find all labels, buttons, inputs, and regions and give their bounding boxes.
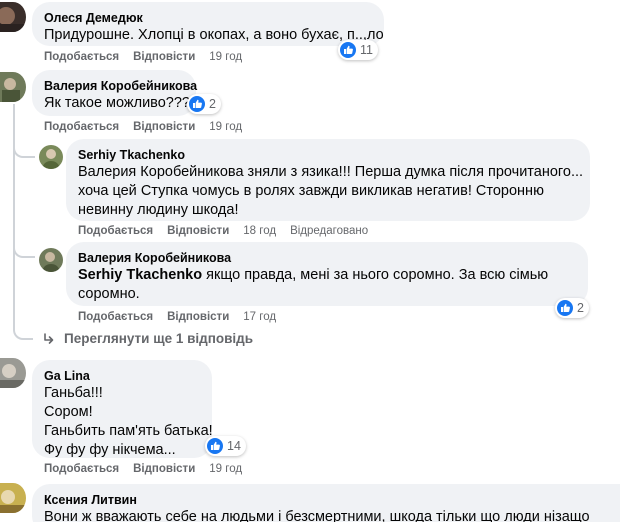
reaction-number: 14 — [227, 439, 241, 453]
comment-text-line: хоча цей Ступка чомусь в ролях завжди ви… — [78, 183, 544, 199]
avatar[interactable] — [0, 2, 26, 32]
comment-actions: Подобається Відповісти 19 год — [44, 463, 256, 475]
thread-connector — [13, 142, 35, 158]
comment-bubble: Serhiy Tkachenko Валерия Коробейникова з… — [66, 139, 590, 221]
comment-author[interactable]: Ga Lina — [44, 368, 200, 384]
view-more-replies-label: Переглянути ще 1 відповідь — [64, 331, 254, 346]
thread-connector — [13, 326, 33, 340]
comment-text-line: Фу фу фу нікчема... — [44, 442, 176, 458]
like-button[interactable]: Подобається — [78, 311, 153, 323]
comment-actions: Подобається Відповісти 19 год — [44, 51, 256, 63]
comment-time[interactable]: 18 год — [243, 225, 276, 237]
comment-text-line: Ганьба!!! — [44, 385, 103, 401]
comment-time[interactable]: 19 год — [209, 121, 242, 133]
reply-arrow-icon — [44, 332, 54, 344]
like-icon — [189, 96, 205, 112]
comment-time[interactable]: 19 год — [209, 51, 242, 63]
reply-button[interactable]: Відповісти — [167, 311, 229, 323]
comment-text-line: Ганьбить пам'ять батька! — [44, 423, 213, 439]
comment-text-line: соромно. — [78, 286, 140, 302]
comment-author[interactable]: Serhiy Tkachenko — [78, 147, 578, 163]
comment-bubble: Ga Lina Ганьба!!! Сором! Ганьбить пам'ят… — [32, 360, 213, 458]
like-icon — [207, 438, 223, 454]
comment-text: якщо правда, мені за нього соромно. За в… — [202, 267, 549, 283]
comment-author[interactable]: Валерия Коробейникова — [44, 78, 197, 94]
comment-text-line: невинну людину шкода! — [78, 202, 239, 218]
reaction-number: 11 — [360, 43, 373, 57]
comment-text-line: Serhiy Tkachenko якщо правда, мені за нь… — [78, 266, 576, 285]
comment-bubble: Олеся Демедюк Придурошне. Хлопці в окопа… — [32, 2, 384, 46]
avatar[interactable] — [39, 248, 63, 272]
mention-link[interactable]: Serhiy Tkachenko — [78, 267, 202, 283]
comment-author[interactable]: Ксения Литвин — [44, 492, 608, 508]
like-button[interactable]: Подобається — [44, 463, 119, 475]
reaction-number: 2 — [577, 301, 584, 315]
comment-actions: Подобається Відповісти 18 год Відредаговано — [78, 225, 382, 237]
reaction-number: 2 — [209, 97, 216, 111]
reply-button[interactable]: Відповісти — [167, 225, 229, 237]
comment-text-line: Сором! — [44, 404, 93, 420]
reaction-count[interactable]: 2 — [187, 94, 221, 114]
comment-time[interactable]: 19 год — [209, 463, 242, 475]
comment-actions: Подобається Відповісти 19 год — [44, 121, 256, 133]
comment-text: Вони ж вважають себе на людьми і безсмер… — [44, 509, 590, 522]
like-button[interactable]: Подобається — [44, 51, 119, 63]
avatar[interactable] — [0, 72, 26, 102]
reaction-count[interactable]: 2 — [555, 298, 589, 318]
comment-bubble: Ксения Литвин Вони ж вважають себе на лю… — [32, 484, 620, 522]
like-icon — [557, 300, 573, 316]
avatar[interactable] — [0, 483, 26, 513]
comment-text-line: Валерия Коробейникова зняли з язика!!! П… — [78, 164, 584, 180]
comment-text: Придурошне. Хлопці в окопах, а воно буха… — [44, 27, 384, 43]
reply-button[interactable]: Відповісти — [133, 51, 195, 63]
reaction-count[interactable]: 11 — [338, 40, 378, 60]
reply-button[interactable]: Відповісти — [133, 463, 195, 475]
comment-text: Як такое можливо??? — [44, 95, 190, 111]
like-button[interactable]: Подобається — [44, 121, 119, 133]
comment-author[interactable]: Олеся Демедюк — [44, 10, 372, 26]
thread-line — [13, 104, 15, 330]
reply-button[interactable]: Відповісти — [133, 121, 195, 133]
like-button[interactable]: Подобається — [78, 225, 153, 237]
like-icon — [340, 42, 356, 58]
comment-author[interactable]: Валерия Коробейникова — [78, 250, 576, 266]
avatar[interactable] — [0, 358, 26, 388]
comment-actions: Подобається Відповісти 17 год — [78, 311, 290, 323]
thread-connector — [13, 242, 35, 258]
avatar[interactable] — [39, 145, 63, 169]
comment-bubble: Валерия Коробейникова Serhiy Tkachenko я… — [66, 242, 588, 306]
comment-time[interactable]: 17 год — [243, 311, 276, 323]
reaction-count[interactable]: 14 — [205, 436, 246, 456]
edited-label[interactable]: Відредаговано — [290, 225, 368, 237]
comment-bubble: Валерия Коробейникова Як такое можливо??… — [32, 70, 197, 116]
view-more-replies-link[interactable]: Переглянути ще 1 відповідь — [42, 331, 253, 346]
